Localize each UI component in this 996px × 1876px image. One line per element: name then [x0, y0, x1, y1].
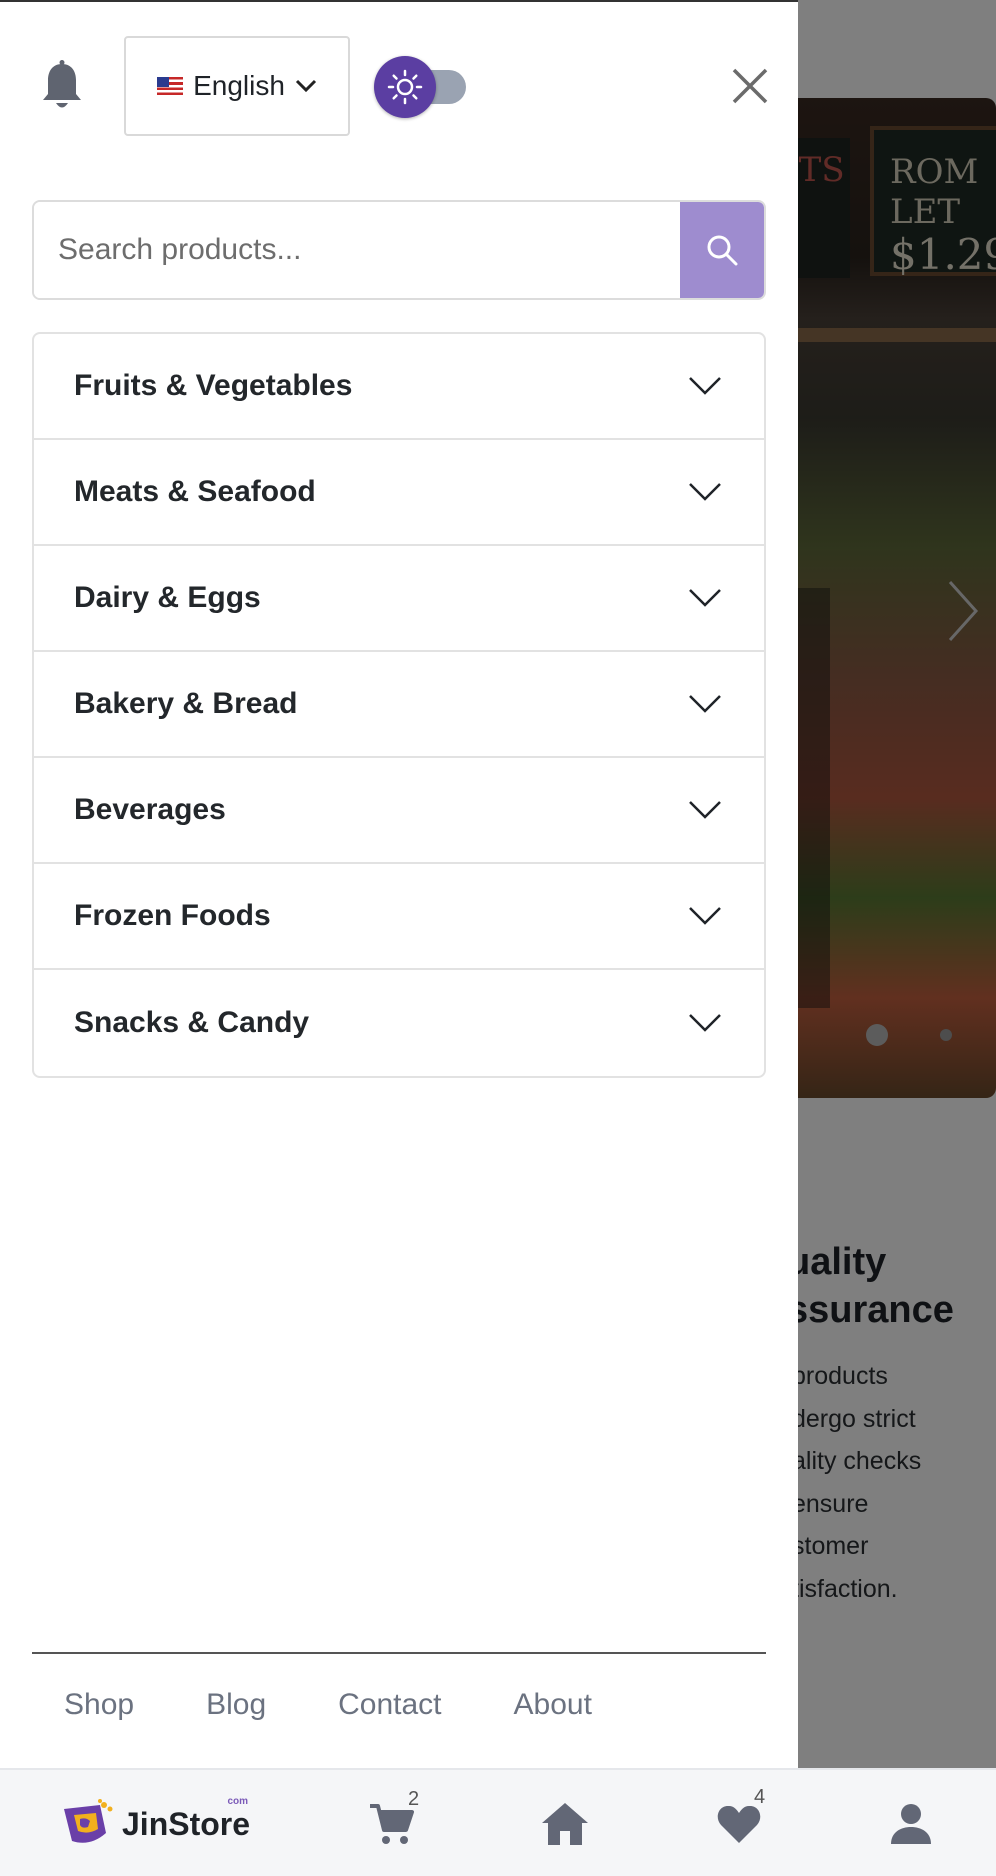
chevron-down-icon — [689, 1014, 721, 1032]
language-label: English — [193, 70, 285, 101]
search-bar — [32, 200, 766, 300]
brand-suffix: com — [227, 1795, 249, 1807]
account-nav-button[interactable] — [888, 1770, 934, 1876]
chevron-down-icon — [689, 907, 721, 925]
brand-logo[interactable]: JinStore com — [60, 1770, 250, 1876]
home-icon — [542, 1803, 588, 1845]
category-accordion: Fruits & Vegetables Meats & Seafood Dair… — [32, 332, 766, 1078]
footer-link-contact[interactable]: Contact — [338, 1688, 441, 1722]
brand-text: JinStore — [122, 1805, 251, 1842]
category-label: Snacks & Candy — [74, 1006, 310, 1039]
category-label: Beverages — [74, 793, 226, 826]
chevron-down-icon — [689, 695, 721, 713]
bell-icon[interactable] — [40, 60, 84, 112]
cart-nav-button[interactable]: 2 — [368, 1770, 419, 1876]
home-nav-button[interactable] — [540, 1770, 590, 1876]
category-label: Meats & Seafood — [74, 475, 316, 508]
category-label: Fruits & Vegetables — [74, 369, 353, 402]
theme-toggle[interactable] — [374, 56, 470, 118]
footer-link-blog[interactable]: Blog — [206, 1688, 266, 1722]
chevron-down-icon — [689, 589, 721, 607]
bottom-nav: JinStore com 2 4 — [0, 1768, 996, 1876]
category-item-meats-seafood[interactable]: Meats & Seafood — [34, 440, 764, 546]
category-label: Bakery & Bread — [74, 687, 298, 720]
footer-link-about[interactable]: About — [514, 1688, 592, 1722]
side-drawer: English Search products... Fruits & Vege… — [0, 0, 798, 1768]
category-item-bakery-bread[interactable]: Bakery & Bread — [34, 652, 764, 758]
wishlist-count-badge: 4 — [754, 1786, 766, 1808]
user-icon — [891, 1804, 931, 1844]
category-item-beverages[interactable]: Beverages — [34, 758, 764, 864]
wishlist-nav-button[interactable]: 4 — [716, 1770, 766, 1876]
chevron-down-icon — [689, 377, 721, 395]
heart-icon — [717, 1805, 761, 1843]
category-label: Dairy & Eggs — [74, 581, 261, 614]
brand-name: JinStore com — [122, 1796, 251, 1843]
language-select[interactable]: English — [124, 36, 350, 136]
basket-logo-icon — [64, 1799, 113, 1843]
chevron-down-icon — [295, 79, 316, 93]
category-item-fruits-vegetables[interactable]: Fruits & Vegetables — [34, 334, 764, 440]
search-icon — [707, 235, 738, 266]
cart-count-badge: 2 — [408, 1788, 420, 1810]
chevron-down-icon — [689, 801, 721, 819]
chevron-down-icon — [689, 483, 721, 501]
close-icon[interactable] — [728, 64, 772, 108]
footer-nav: Shop Blog Contact About — [64, 1688, 592, 1722]
search-input[interactable] — [34, 202, 680, 298]
footer-divider — [32, 1652, 766, 1654]
category-item-snacks-candy[interactable]: Snacks & Candy — [34, 970, 764, 1076]
us-flag-icon — [157, 77, 184, 95]
sun-icon — [374, 56, 436, 118]
category-label: Frozen Foods — [74, 899, 271, 932]
category-item-dairy-eggs[interactable]: Dairy & Eggs — [34, 546, 764, 652]
category-item-frozen-foods[interactable]: Frozen Foods — [34, 864, 764, 970]
search-button[interactable] — [680, 202, 764, 298]
footer-link-shop[interactable]: Shop — [64, 1688, 134, 1722]
